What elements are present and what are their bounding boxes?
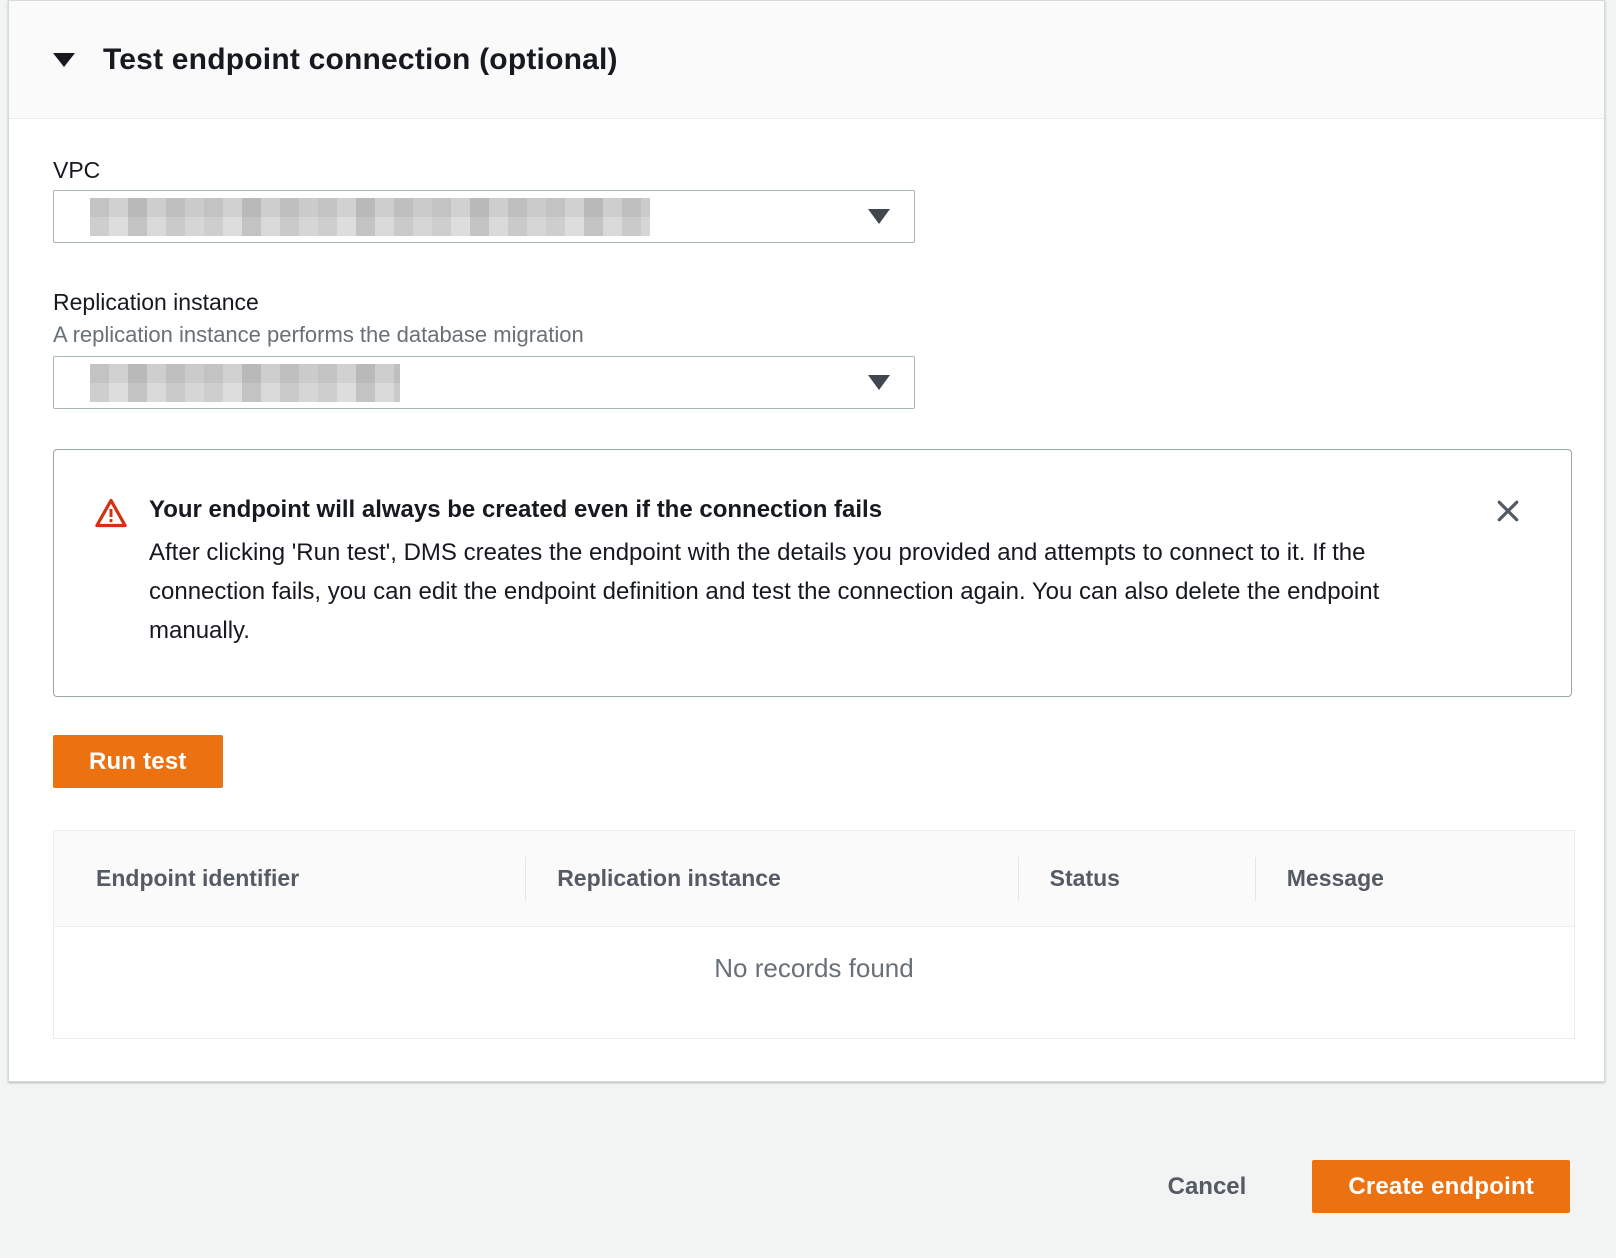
run-test-button[interactable]: Run test [53, 735, 223, 788]
alert-content: Your endpoint will always be created eve… [149, 494, 1449, 650]
replication-instance-description: A replication instance performs the data… [53, 322, 1560, 348]
create-endpoint-button[interactable]: Create endpoint [1312, 1160, 1570, 1213]
empty-state-message: No records found [54, 927, 1574, 1038]
replication-instance-selected-value-redacted [90, 364, 400, 402]
collapse-triangle-icon [53, 53, 75, 67]
section-header-test-endpoint-connection[interactable]: Test endpoint connection (optional) [9, 1, 1604, 119]
close-icon[interactable] [1489, 492, 1527, 530]
table-header-row: Endpoint identifier Replication instance… [54, 831, 1574, 927]
warning-alert: Your endpoint will always be created eve… [53, 449, 1572, 697]
test-results-table: Endpoint identifier Replication instance… [53, 830, 1575, 1039]
alert-title: Your endpoint will always be created eve… [149, 494, 1449, 526]
column-header-status: Status [1018, 831, 1255, 926]
replication-instance-field: Replication instance A replication insta… [53, 289, 1560, 409]
warning-triangle-icon [95, 498, 127, 533]
replication-instance-select[interactable] [53, 356, 915, 409]
vpc-selected-value-redacted [90, 198, 650, 236]
alert-body: After clicking 'Run test', DMS creates t… [149, 533, 1449, 650]
section-title: Test endpoint connection (optional) [103, 43, 618, 77]
cancel-button[interactable]: Cancel [1168, 1173, 1247, 1201]
test-endpoint-connection-panel: Test endpoint connection (optional) VPC … [8, 0, 1605, 1082]
section-body: VPC Replication instance A replication i… [9, 119, 1604, 1081]
chevron-down-icon [868, 209, 890, 224]
column-header-endpoint-identifier: Endpoint identifier [54, 831, 525, 926]
vpc-label: VPC [53, 157, 1560, 184]
column-header-replication-instance: Replication instance [525, 831, 1017, 926]
chevron-down-icon [868, 375, 890, 390]
vpc-field: VPC [53, 157, 1560, 243]
form-footer: Cancel Create endpoint [0, 1082, 1616, 1213]
replication-instance-label: Replication instance [53, 289, 1560, 316]
vpc-select[interactable] [53, 190, 915, 243]
column-header-message: Message [1255, 831, 1574, 926]
